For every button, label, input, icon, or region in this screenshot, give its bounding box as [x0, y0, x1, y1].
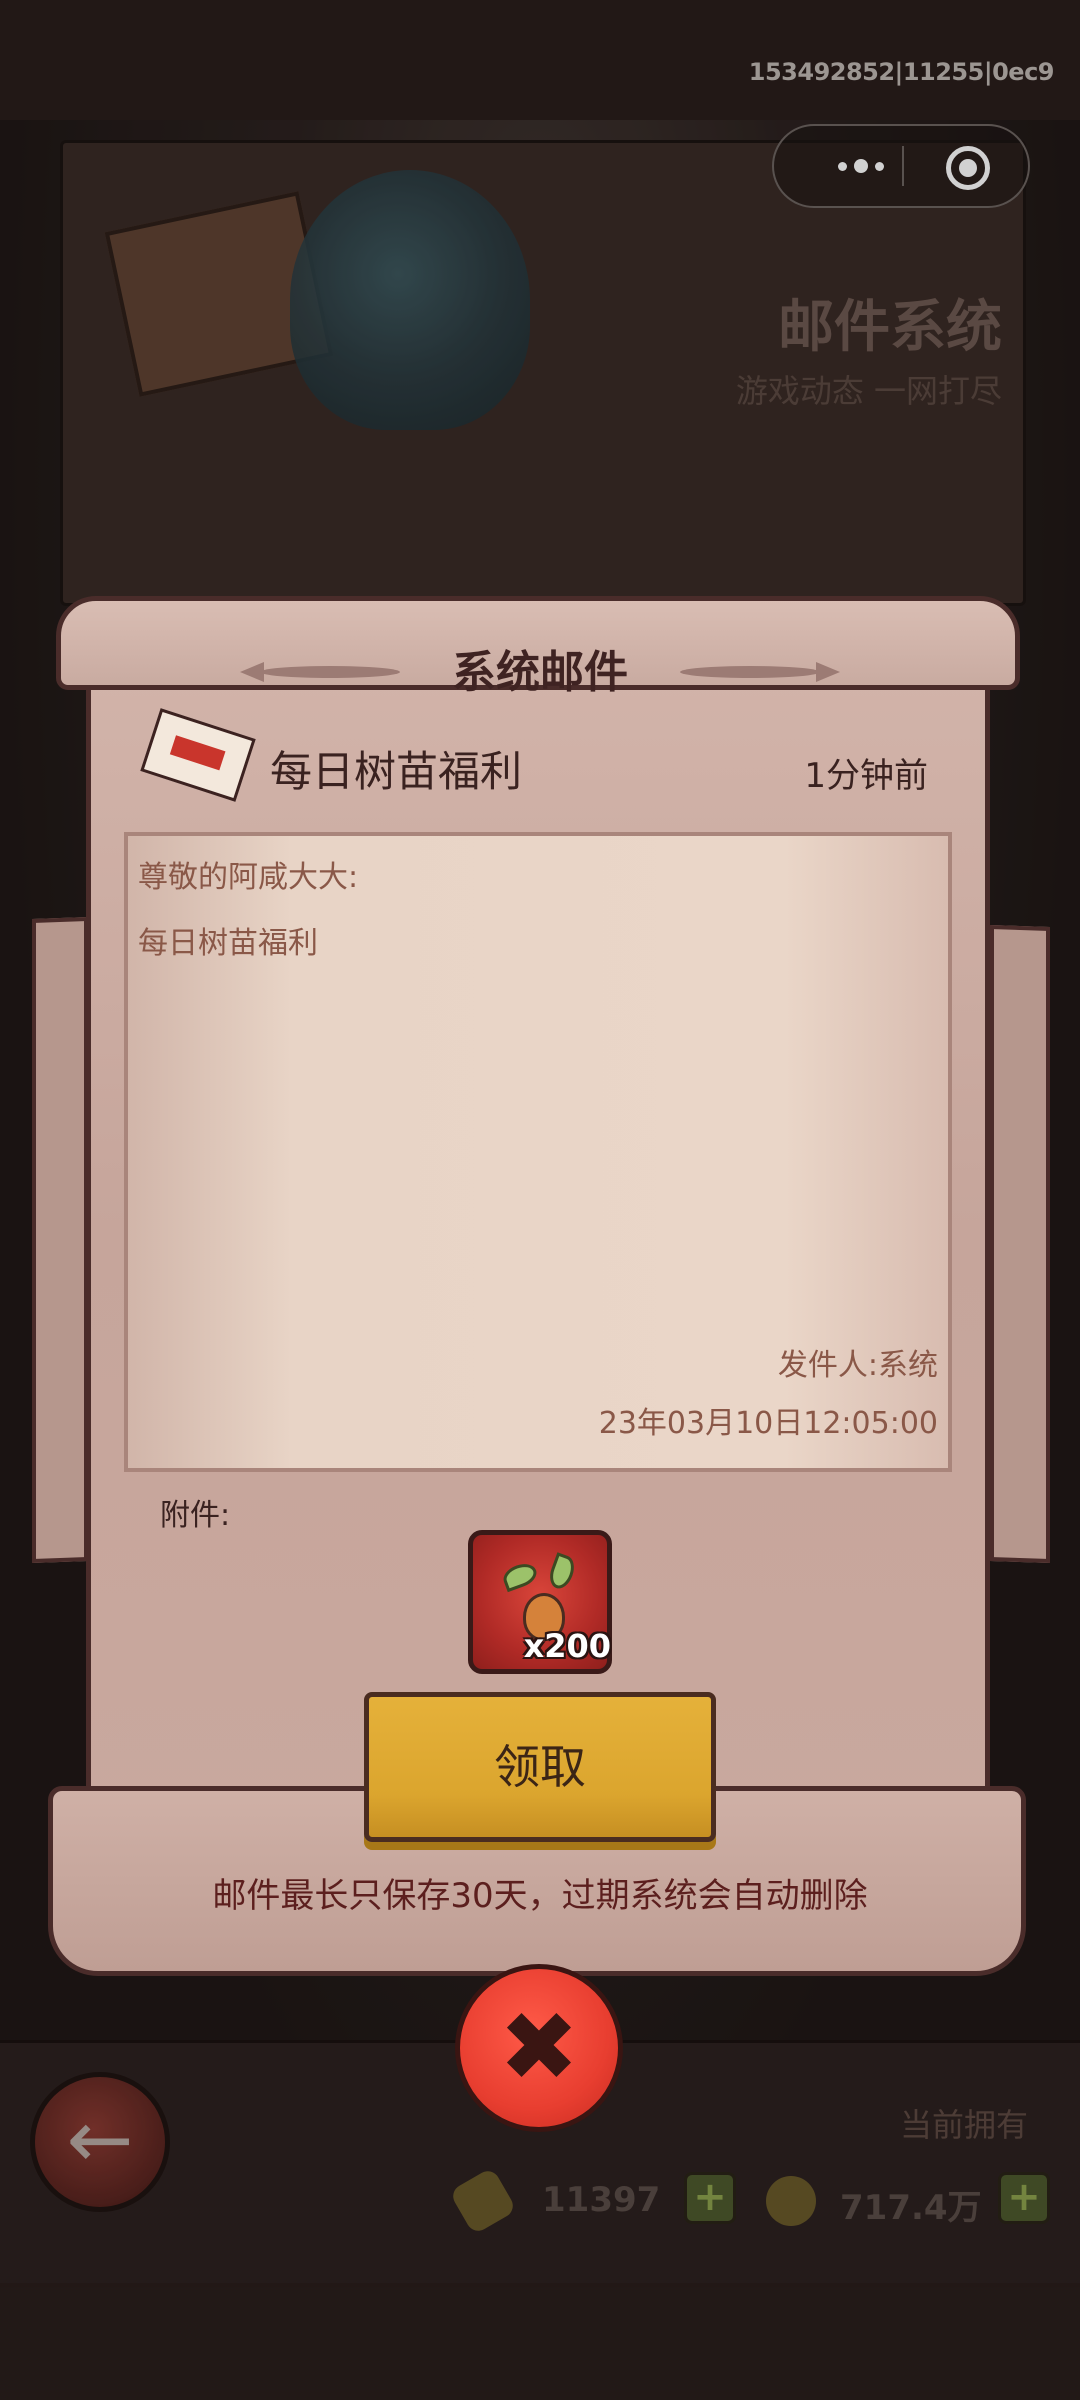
- mail-date: 23年03月10日12:05:00: [598, 1406, 938, 1441]
- mail-greeting: 尊敬的阿咸大大:: [138, 860, 359, 895]
- dialog-title: 系统邮件: [452, 647, 628, 698]
- sapling-leaf: [500, 1559, 540, 1593]
- scroll-left-flap: [32, 917, 88, 1563]
- mail-time: 1分钟前: [804, 756, 928, 796]
- mail-body: 每日树苗福利: [138, 926, 318, 961]
- close-icon: ✖: [498, 1991, 580, 2103]
- attachment-count: x200: [523, 1627, 611, 1665]
- sapling-leaf: [545, 1552, 579, 1592]
- mail-sender: 发件人:系统: [777, 1348, 938, 1383]
- mail-subject: 每日树苗福利: [270, 747, 523, 796]
- retention-notice: 邮件最长只保存30天，过期系统会自动删除: [212, 1876, 868, 1916]
- scroll-right-flap: [990, 924, 1050, 1564]
- attachment-label: 附件:: [160, 1498, 231, 1533]
- claim-button[interactable]: 领取: [364, 1692, 716, 1842]
- attachment-item[interactable]: x200: [468, 1530, 612, 1674]
- close-button[interactable]: ✖: [455, 1964, 623, 2132]
